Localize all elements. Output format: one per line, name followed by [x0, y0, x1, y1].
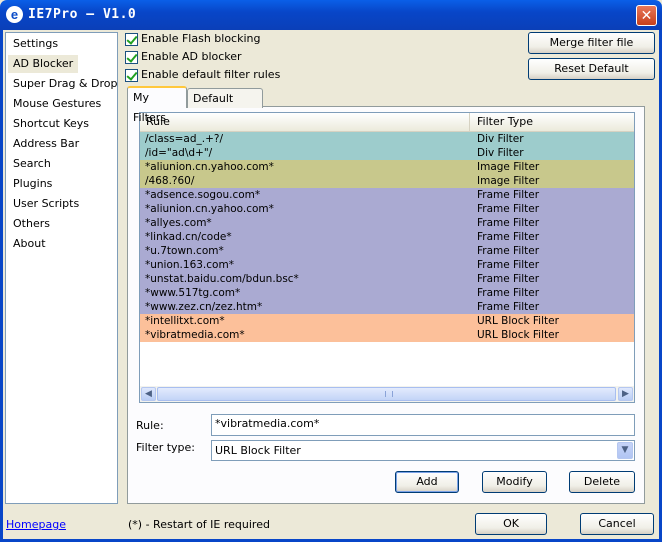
table-row[interactable]: *linkad.cn/code* Frame Filter [140, 230, 634, 244]
table-row[interactable]: *u.7town.com* Frame Filter [140, 244, 634, 258]
filter-type-cell: Frame Filter [477, 217, 540, 229]
window-title: IE7Pro — V1.0 [28, 7, 137, 22]
close-button[interactable]: ✕ [636, 5, 657, 26]
table-row[interactable]: /class=ad_.+?/ Div Filter [140, 132, 634, 146]
rule-cell: *allyes.com* [145, 217, 212, 229]
filter-type-cell: URL Block Filter [477, 329, 559, 341]
filter-type-value: URL Block Filter [215, 444, 301, 457]
filter-type-cell: URL Block Filter [477, 315, 559, 327]
default-filter-rules-label: Enable default filter rules [141, 68, 281, 81]
app-icon: e [6, 6, 23, 23]
filter-type-cell: Frame Filter [477, 287, 540, 299]
rule-cell: /468.?60/ [145, 175, 195, 187]
rule-cell: /id="ad\d+"/ [145, 147, 213, 159]
filter-type-cell: Frame Filter [477, 189, 540, 201]
table-row[interactable]: *aliunion.cn.yahoo.com* Image Filter [140, 160, 634, 174]
rule-label: Rule: [136, 419, 164, 432]
rule-input[interactable]: *vibratmedia.com* [211, 414, 635, 436]
scroll-left-icon[interactable]: ◀ [141, 387, 156, 401]
filter-type-cell: Frame Filter [477, 273, 540, 285]
sidebar-item-about[interactable]: About [8, 235, 51, 253]
ok-button[interactable]: OK [475, 513, 547, 535]
filter-type-cell: Image Filter [477, 175, 540, 187]
rule-cell: *union.163.com* [145, 259, 234, 271]
column-header-rule[interactable]: Rule [140, 113, 470, 131]
filter-type-cell: Div Filter [477, 147, 524, 159]
list-header: Rule Filter Type [140, 113, 634, 132]
ad-blocker-checkbox[interactable] [125, 51, 138, 64]
table-row[interactable]: *www.517tg.com* Frame Filter [140, 286, 634, 300]
sidebar-item-plugins[interactable]: Plugins [8, 175, 57, 193]
rule-cell: *aliunion.cn.yahoo.com* [145, 203, 274, 215]
filter-type-select[interactable]: URL Block Filter ▼ [211, 440, 635, 461]
flash-blocking-label: Enable Flash blocking [141, 32, 261, 45]
sidebar-item-address-bar[interactable]: Address Bar [8, 135, 84, 153]
rule-cell: *www.zez.cn/zez.htm* [145, 301, 263, 313]
title-bar[interactable]: e IE7Pro — V1.0 ✕ [0, 0, 662, 30]
scroll-thumb[interactable] [157, 387, 616, 401]
rule-cell: *adsence.sogou.com* [145, 189, 261, 201]
delete-button[interactable]: Delete [569, 471, 635, 493]
ad-blocker-label: Enable AD blocker [141, 50, 242, 63]
filter-type-cell: Frame Filter [477, 203, 540, 215]
sidebar-item-others[interactable]: Others [8, 215, 55, 233]
sidebar-item-user-scripts[interactable]: User Scripts [8, 195, 84, 213]
table-row[interactable]: *intellitxt.com* URL Block Filter [140, 314, 634, 328]
tab-my-filters[interactable]: My Filters [127, 86, 187, 124]
sidebar-item-mouse-gestures[interactable]: Mouse Gestures [8, 95, 106, 113]
scroll-right-icon[interactable]: ▶ [618, 387, 633, 401]
rule-cell: *www.517tg.com* [145, 287, 241, 299]
rule-cell: /class=ad_.+?/ [145, 133, 223, 145]
rule-cell: *unstat.baidu.com/bdun.bsc* [145, 273, 299, 285]
rule-cell: *intellitxt.com* [145, 315, 225, 327]
table-row[interactable]: *www.zez.cn/zez.htm* Frame Filter [140, 300, 634, 314]
cancel-button[interactable]: Cancel [580, 513, 654, 535]
grip-icon [385, 391, 393, 397]
merge-filter-file-button[interactable]: Merge filter file [528, 32, 655, 54]
modify-button[interactable]: Modify [482, 471, 547, 493]
chevron-down-icon[interactable]: ▼ [617, 442, 633, 459]
sidebar-item-search[interactable]: Search [8, 155, 56, 173]
filter-type-cell: Frame Filter [477, 259, 540, 271]
horizontal-scrollbar[interactable]: ◀ ▶ [140, 386, 634, 402]
rule-cell: *u.7town.com* [145, 245, 224, 257]
filter-type-cell: Frame Filter [477, 231, 540, 243]
restart-note: (*) - Restart of IE required [128, 518, 270, 531]
rule-cell: *aliunion.cn.yahoo.com* [145, 161, 274, 173]
flash-blocking-checkbox[interactable] [125, 33, 138, 46]
column-header-filter-type[interactable]: Filter Type [471, 113, 634, 131]
sidebar-item-shortcut-keys[interactable]: Shortcut Keys [8, 115, 94, 133]
table-row[interactable]: *adsence.sogou.com* Frame Filter [140, 188, 634, 202]
table-row[interactable]: /468.?60/Image Filter [140, 174, 634, 188]
sidebar-item-ad-blocker[interactable]: AD Blocker [8, 55, 79, 73]
close-icon: ✕ [640, 8, 653, 24]
sidebar-item-super-drag-drop[interactable]: Super Drag & Drop [8, 75, 122, 93]
table-row[interactable]: *union.163.com* Frame Filter [140, 258, 634, 272]
homepage-link[interactable]: Homepage [6, 518, 66, 531]
rule-cell: *linkad.cn/code* [145, 231, 232, 243]
reset-default-button[interactable]: Reset Default [528, 58, 655, 80]
sidebar-item-settings[interactable]: Settings [8, 35, 63, 53]
table-row[interactable]: *unstat.baidu.com/bdun.bsc* Frame Filter [140, 272, 634, 286]
rule-cell: *vibratmedia.com* [145, 329, 245, 341]
filter-type-cell: Image Filter [477, 161, 540, 173]
filter-list[interactable]: Rule Filter Type /class=ad_.+?/ Div Filte… [139, 112, 635, 403]
sidebar-nav: Settings AD Blocker Super Drag & Drop Mo… [5, 32, 118, 504]
add-button[interactable]: Add [395, 471, 459, 493]
filter-type-cell: Frame Filter [477, 245, 540, 257]
window-frame-left [0, 30, 3, 542]
tab-default-filters[interactable]: Default Filters [187, 88, 263, 125]
table-row[interactable]: *vibratmedia.com* URL Block Filter [140, 328, 634, 342]
table-row[interactable]: /id="ad\d+"/ Div Filter [140, 146, 634, 160]
table-row[interactable]: *allyes.com* Frame Filter [140, 216, 634, 230]
default-filter-rules-checkbox[interactable] [125, 69, 138, 82]
filter-type-cell: Frame Filter [477, 301, 540, 313]
filter-type-cell: Div Filter [477, 133, 524, 145]
filter-type-label: Filter type: [136, 441, 196, 454]
table-row[interactable]: *aliunion.cn.yahoo.com* Frame Filter [140, 202, 634, 216]
